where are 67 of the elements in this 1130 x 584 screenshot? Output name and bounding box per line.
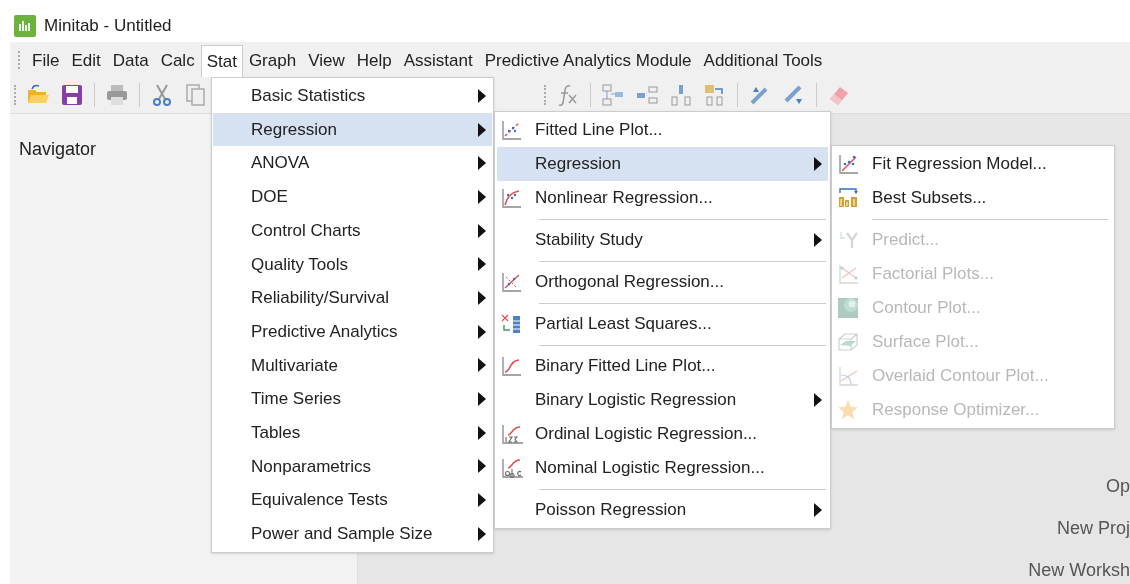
menu-bar-item[interactable]: Additional Tools [697, 45, 829, 77]
surface-plot-icon [837, 331, 859, 353]
menu-item[interactable]: Nonlinear Regression... [497, 181, 828, 215]
menu-item[interactable]: Time Series [213, 382, 492, 416]
menu-bar-item[interactable]: Edit [65, 45, 107, 77]
menu-item[interactable]: Fitted Line Plot... [497, 113, 828, 147]
star-icon [837, 399, 859, 421]
panel-title: Navigator [19, 139, 97, 159]
menu-item[interactable]: Binary Logistic Regression [497, 383, 828, 417]
menu-bar-item[interactable]: Help [350, 45, 398, 77]
menu-bar-item[interactable]: File [26, 45, 66, 77]
start-link[interactable]: New Proj [1056, 514, 1130, 542]
menu-item[interactable]: Regression [213, 112, 492, 147]
menu-item[interactable]: Reliability/Survival [213, 281, 492, 315]
cut-icon[interactable] [150, 83, 174, 107]
menu-item[interactable]: Binary Fitted Line Plot... [497, 349, 828, 383]
function-icon[interactable] [556, 83, 580, 107]
menu-bar-item[interactable]: Graph [242, 45, 303, 77]
menu-item[interactable]: Poisson Regression [497, 493, 828, 527]
scatter-plot-icon [500, 271, 522, 293]
menu-item[interactable]: Basic Statistics [213, 79, 492, 113]
curve-abc-icon [500, 457, 524, 479]
menu-item[interactable]: ANOVA [213, 146, 492, 181]
menu-item[interactable]: Nonparametrics [213, 449, 492, 484]
contour-plot-icon [837, 297, 859, 319]
menu-item[interactable]: Partial Least Squares... [497, 307, 828, 341]
curve-plot-icon [500, 187, 522, 209]
window-title: Minitab - Untitled [44, 15, 172, 38]
menu-item[interactable]: Multivariate [213, 348, 492, 383]
scatter-plot-icon [500, 119, 522, 141]
menu-item[interactable]: Equivalence Tests [213, 483, 492, 517]
menu-item[interactable]: Quality Tools [213, 247, 492, 282]
menu-item[interactable]: Power and Sample Size [213, 516, 492, 551]
print-icon[interactable] [105, 83, 129, 107]
data-columns-icon [500, 313, 522, 335]
bar-subsets-icon [837, 187, 859, 209]
menu-bar-item[interactable]: Calc [154, 45, 201, 77]
menu-item[interactable]: Predictive Analytics [213, 314, 492, 349]
menu-item[interactable]: Nominal Logistic Regression... [497, 451, 828, 485]
menu-bar-item[interactable]: Predictive Analytics Module [478, 45, 698, 77]
menu-item[interactable]: Orthogonal Regression... [497, 265, 828, 299]
menu-item[interactable]: DOE [213, 180, 492, 214]
menu-bar-item[interactable]: Stat [200, 45, 243, 77]
menu-item[interactable]: Tables [213, 415, 492, 450]
rows-icon[interactable] [635, 83, 659, 107]
menu-bar-item[interactable]: Assistant [397, 45, 479, 77]
interaction-plot-icon [837, 263, 859, 285]
menu-item[interactable]: Best Subsets... [832, 181, 1114, 215]
start-link[interactable]: Op [1106, 472, 1130, 500]
menu-item[interactable]: Control Charts [213, 213, 492, 248]
overlaid-plot-icon [837, 365, 859, 387]
menu-item[interactable]: Regression [497, 147, 828, 181]
menu-bar-item[interactable]: View [302, 45, 351, 77]
columns-icon[interactable] [601, 83, 625, 107]
arrow-y-icon [837, 229, 859, 251]
start-link[interactable]: New Worksh [1028, 556, 1130, 584]
s-curve-icon [500, 355, 522, 377]
menu-item[interactable]: Fit Regression Model... [832, 147, 1114, 181]
menu-item[interactable]: Stability Study [497, 223, 828, 257]
scatter-plot-icon [837, 153, 859, 175]
insert-column-icon[interactable] [669, 83, 693, 107]
app-logo-icon [14, 15, 36, 37]
copy-icon[interactable] [184, 83, 208, 107]
save-icon[interactable] [60, 83, 84, 107]
curve-123-icon [500, 423, 524, 445]
menu-bar-item[interactable]: Data [106, 45, 155, 77]
menu-item[interactable]: Ordinal Logistic Regression... [497, 417, 828, 451]
